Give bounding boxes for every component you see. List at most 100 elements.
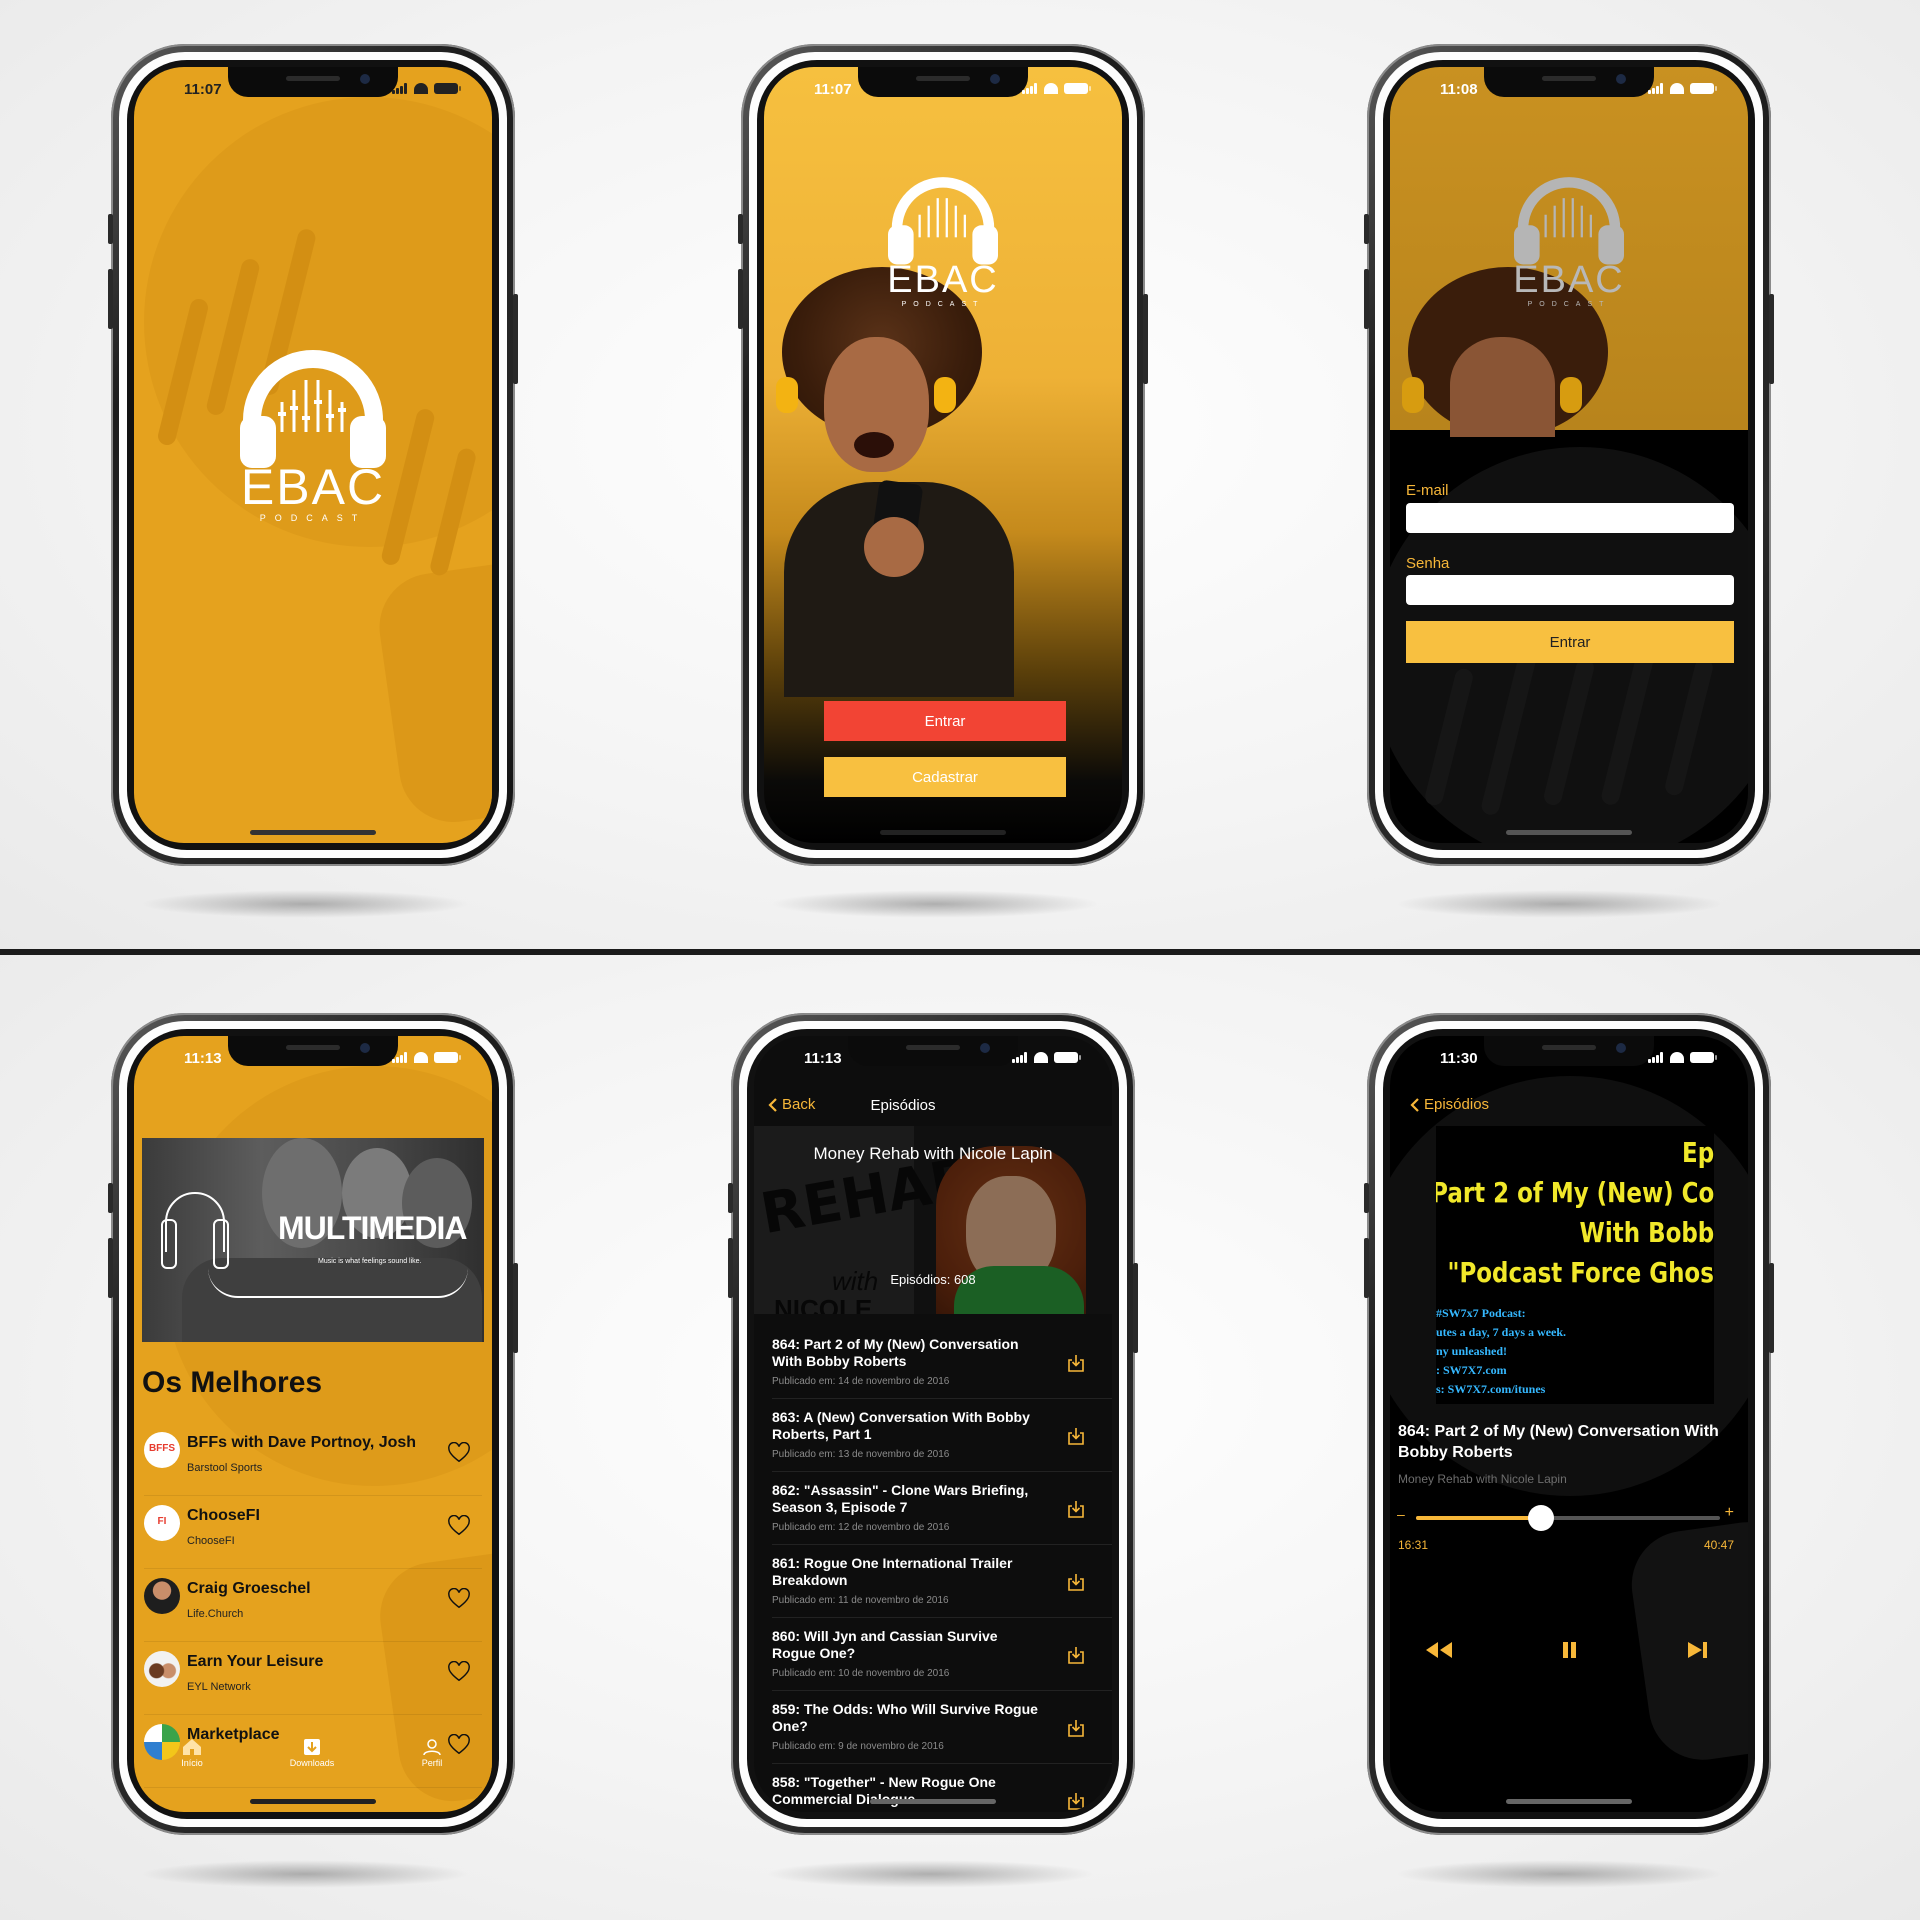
status-time: 11:13 — [184, 1050, 222, 1067]
logo-subtitle: PODCAST — [901, 301, 985, 308]
hero-photo — [764, 267, 1122, 697]
episode-date: Publicado em: 11 de novembro de 2016 — [772, 1595, 949, 1606]
rewind-button[interactable] — [1422, 1638, 1456, 1662]
home-indicator[interactable] — [880, 830, 1006, 835]
status-bar: 11:30 — [1390, 1050, 1748, 1070]
podcast-name: Money Rehab with Nicole Lapin — [1398, 1472, 1567, 1486]
episode-row[interactable]: 864: Part 2 of My (New) Conversation Wit… — [772, 1326, 1112, 1399]
download-icon[interactable] — [1066, 1791, 1086, 1811]
volume-minus[interactable]: – — [1397, 1506, 1405, 1522]
home-indicator[interactable] — [1506, 1799, 1632, 1804]
wifi-icon — [1670, 83, 1684, 94]
phone-home: 11:13 MULTIMEDIA Music is what feelings … — [108, 1013, 518, 1835]
signal-icon — [1012, 1052, 1028, 1063]
signal-icon — [392, 1052, 408, 1063]
phone-shadow — [765, 1860, 1095, 1888]
volume-plus[interactable]: + — [1725, 1504, 1734, 1522]
download-icon[interactable] — [1066, 1645, 1086, 1665]
player-screen: 11:30 Episódios Ep Part 2 of My (New) Co… — [1390, 1036, 1748, 1812]
episode-row[interactable]: 860: Will Jyn and Cassian Survive Rogue … — [772, 1618, 1112, 1691]
user-icon — [423, 1739, 441, 1756]
tab-downloads[interactable]: Downloads — [272, 1738, 352, 1768]
password-label: Senha — [1406, 555, 1450, 572]
podcast-row[interactable]: Earn Your Leisure EYL Network — [144, 1643, 482, 1715]
download-icon[interactable] — [1066, 1499, 1086, 1519]
email-field[interactable] — [1406, 503, 1734, 533]
artwork-caption: : SW7X7.com — [1436, 1363, 1507, 1377]
episode-row[interactable]: 862: "Assassin" - Clone Wars Briefing, S… — [772, 1472, 1112, 1545]
status-bar: 11:07 — [134, 81, 492, 101]
tab-home[interactable]: Início — [152, 1738, 232, 1768]
artwork-caption: s: SW7X7.com/itunes — [1436, 1382, 1546, 1396]
episode-row[interactable]: 863: A (New) Conversation With Bobby Rob… — [772, 1399, 1112, 1472]
email-label: E-mail — [1406, 482, 1449, 499]
login-submit-button[interactable]: Entrar — [1406, 621, 1734, 663]
home-indicator[interactable] — [870, 1799, 996, 1804]
featured-banner[interactable]: MULTIMEDIA Music is what feelings sound … — [142, 1138, 484, 1342]
heart-icon[interactable] — [448, 1515, 470, 1537]
enter-button[interactable]: Entrar — [824, 701, 1066, 741]
phone-shadow — [1395, 890, 1725, 918]
phone-welcome: 11:07 EBAC PODCAST Entrar Cadastrar — [738, 44, 1148, 866]
headphones-equalizer-icon — [888, 177, 998, 265]
episode-title: 863: A (New) Conversation With Bobby Rob… — [772, 1409, 1030, 1442]
password-field[interactable] — [1406, 575, 1734, 605]
duration-time: 40:47 — [1703, 1538, 1734, 1552]
logo-wordmark: EBAC — [240, 459, 386, 515]
heart-icon[interactable] — [448, 1442, 470, 1464]
podcast-title: Earn Your Leisure — [187, 1653, 324, 1670]
progress-fill — [1416, 1516, 1541, 1520]
download-icon[interactable] — [1066, 1572, 1086, 1592]
skip-forward-button[interactable] — [1682, 1638, 1716, 1662]
banner-tagline: Music is what feelings sound like. — [318, 1258, 422, 1265]
welcome-screen: 11:07 EBAC PODCAST Entrar Cadastrar — [764, 67, 1122, 843]
podcast-author: EYL Network — [187, 1681, 251, 1693]
podcast-avatar: FI — [144, 1505, 180, 1541]
podcast-row[interactable]: FI ChooseFI ChooseFI — [144, 1497, 482, 1569]
status-bar: 11:13 — [754, 1050, 1112, 1070]
headphones-outline-icon — [161, 1192, 229, 1269]
episode-row[interactable]: 859: The Odds: Who Will Survive Rogue On… — [772, 1691, 1112, 1764]
status-time: 11:08 — [1440, 81, 1478, 98]
episode-row[interactable]: 858: "Together" - New Rogue One Commerci… — [772, 1764, 1112, 1812]
login-screen: 11:08 EBAC PODCAST E-mail Senha Entrar — [1390, 67, 1748, 843]
register-button[interactable]: Cadastrar — [824, 757, 1066, 797]
tab-bar: Início Downloads Perfil — [134, 1738, 492, 1782]
tab-profile[interactable]: Perfil — [392, 1738, 472, 1768]
download-icon[interactable] — [1066, 1718, 1086, 1738]
heart-icon[interactable] — [448, 1661, 470, 1683]
podcast-row[interactable]: BFFS BFFs with Dave Portnoy, Josh Barstool… — [144, 1424, 482, 1496]
podcast-author: Barstool Sports — [187, 1462, 263, 1474]
bottom-showcase: 11:13 MULTIMEDIA Music is what feelings … — [0, 955, 1920, 1920]
logo-wordmark: EBAC — [887, 259, 999, 301]
headphones-equalizer-icon — [240, 350, 386, 468]
podcast-row[interactable]: Craig Groeschel Life.Church — [144, 1570, 482, 1642]
home-screen: 11:13 MULTIMEDIA Music is what feelings … — [134, 1036, 492, 1812]
status-time: 11:30 — [1440, 1050, 1478, 1067]
home-icon — [183, 1739, 201, 1755]
phone-episodes: 11:13 Back Episódios REHAB with NICOLE M… — [728, 1013, 1138, 1835]
progress-slider[interactable] — [1416, 1505, 1720, 1531]
back-button[interactable]: Episódios — [1410, 1096, 1489, 1113]
banner-title: MULTIMEDIA — [278, 1210, 467, 1246]
progress-thumb[interactable] — [1527, 1505, 1554, 1531]
wifi-icon — [414, 83, 428, 94]
episode-date: Publicado em: 12 de novembro de 2016 — [772, 1522, 950, 1533]
heart-icon[interactable] — [448, 1588, 470, 1610]
download-icon[interactable] — [1066, 1353, 1086, 1373]
phone-player: 11:30 Episódios Ep Part 2 of My (New) Co… — [1364, 1013, 1774, 1835]
phone-splash: 11:07 EBAC PODCAST — [108, 44, 518, 866]
episode-date: Publicado em: 13 de novembro de 2016 — [772, 1449, 950, 1460]
episode-count: Episódios: 608 — [890, 1272, 976, 1287]
wifi-icon — [1044, 83, 1058, 94]
episode-row[interactable]: 861: Rogue One International Trailer Bre… — [772, 1545, 1112, 1618]
home-indicator[interactable] — [250, 1799, 376, 1804]
section-title: Os Melhores — [142, 1366, 323, 1399]
episodes-screen: 11:13 Back Episódios REHAB with NICOLE M… — [754, 1036, 1112, 1812]
home-indicator[interactable] — [250, 830, 376, 835]
back-label: Episódios — [1424, 1096, 1490, 1113]
download-icon[interactable] — [1066, 1426, 1086, 1446]
pause-button[interactable] — [1552, 1638, 1586, 1662]
headphones-equalizer-icon — [1514, 177, 1624, 265]
home-indicator[interactable] — [1506, 830, 1632, 835]
